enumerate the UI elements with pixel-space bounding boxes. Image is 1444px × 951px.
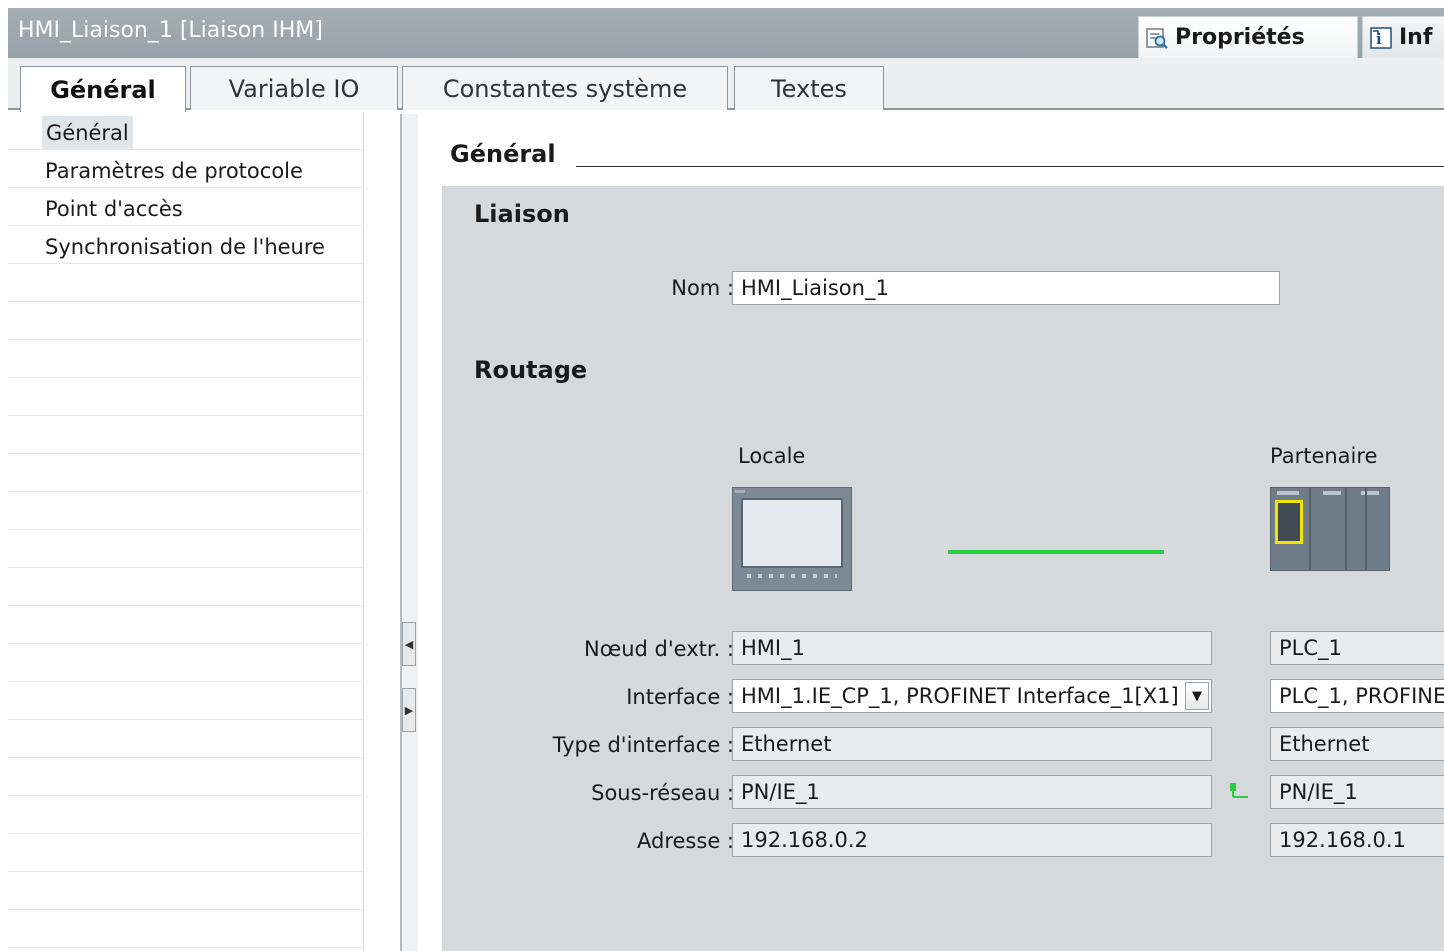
partner-address-field: 192.168.0.1 xyxy=(1270,823,1444,857)
partner-node-field: PLC_1 xyxy=(1270,631,1444,665)
local-interface-value: HMI_1.IE_CP_1, PROFINET Interface_1[X1] xyxy=(741,684,1179,708)
connection-line xyxy=(948,550,1164,554)
partner-interface-field[interactable]: PLC_1, PROFINE xyxy=(1270,679,1444,713)
name-input[interactable]: HMI_Liaison_1 xyxy=(732,271,1280,305)
window-title: HMI_Liaison_1 [Liaison IHM] xyxy=(18,18,323,43)
local-address-field: 192.168.0.2 xyxy=(732,823,1212,857)
interface-type-label: Type d'interface : xyxy=(552,733,734,757)
local-subnet-field: PN/IE_1 xyxy=(732,775,1212,809)
properties-tab-label: Propriétés xyxy=(1175,25,1305,50)
partner-caption: Partenaire xyxy=(1270,444,1378,468)
tab-variable-io[interactable]: Variable IO xyxy=(190,66,398,110)
svg-text:i: i xyxy=(1376,30,1382,48)
node-label: Nœud d'extr. : xyxy=(584,637,734,661)
local-interface-type-field: Ethernet xyxy=(732,727,1212,761)
address-label: Adresse : xyxy=(637,829,734,853)
nav-item-synchronisation-heure[interactable]: Synchronisation de l'heure xyxy=(45,230,325,264)
tab-general[interactable]: Général xyxy=(20,66,186,112)
plc-device-image xyxy=(1270,487,1390,571)
properties-icon xyxy=(1145,26,1169,50)
nav-item-general[interactable]: Général xyxy=(42,116,133,150)
expand-right-button[interactable]: ▶ xyxy=(402,688,416,732)
nav-item-parametres-protocole[interactable]: Paramètres de protocole xyxy=(45,154,303,188)
network-connection-icon xyxy=(1230,783,1248,798)
inspector-title-bar: HMI_Liaison_1 [Liaison IHM] Propriétés i… xyxy=(8,8,1444,58)
partner-subnet-field: PN/IE_1 xyxy=(1270,775,1444,809)
info-tab-label: Inf xyxy=(1399,25,1433,50)
liaison-group-title: Liaison xyxy=(474,200,570,228)
nav-item-point-acces[interactable]: Point d'accès xyxy=(45,192,183,226)
arrow-left-icon: ◀ xyxy=(404,637,414,651)
local-caption: Locale xyxy=(738,444,806,468)
interface-label: Interface : xyxy=(626,685,734,709)
name-label: Nom : xyxy=(671,276,734,300)
dropdown-arrow-icon[interactable]: ▼ xyxy=(1185,682,1209,710)
properties-tab[interactable]: Propriétés xyxy=(1138,16,1358,58)
arrow-right-icon: ▶ xyxy=(404,703,414,717)
panel-splitter[interactable] xyxy=(400,114,418,951)
properties-content: Général Liaison Nom : HMI_Liaison_1 Rout… xyxy=(420,114,1444,951)
tab-constantes-systeme[interactable]: Constantes système xyxy=(402,66,728,110)
subnet-label: Sous-réseau : xyxy=(591,781,734,805)
left-navigation: Général Paramètres de protocole Point d'… xyxy=(8,112,364,951)
partner-interface-type-field: Ethernet xyxy=(1270,727,1444,761)
section-divider xyxy=(576,166,1444,167)
section-title: Général xyxy=(450,140,556,168)
info-tab[interactable]: i Inf xyxy=(1362,16,1444,58)
routage-group-title: Routage xyxy=(474,356,588,384)
tab-textes[interactable]: Textes xyxy=(734,66,884,110)
info-icon: i xyxy=(1369,26,1393,50)
tab-bar: Général Variable IO Constantes système T… xyxy=(8,58,1444,112)
local-node-field: HMI_1 xyxy=(732,631,1212,665)
local-interface-select[interactable]: HMI_1.IE_CP_1, PROFINET Interface_1[X1] … xyxy=(732,679,1212,713)
settings-panel: Liaison Nom : HMI_Liaison_1 Routage Loca… xyxy=(442,186,1444,951)
collapse-left-button[interactable]: ◀ xyxy=(402,622,416,666)
hmi-device-image xyxy=(732,487,852,591)
